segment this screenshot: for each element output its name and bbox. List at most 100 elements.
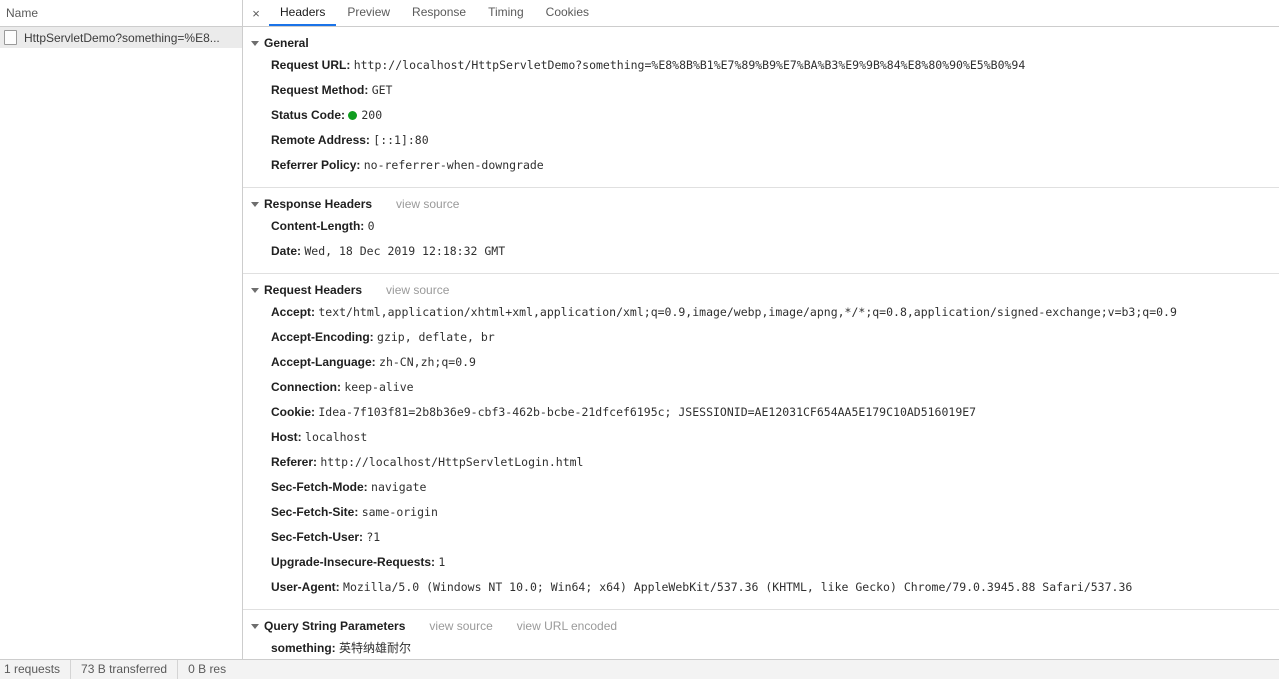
kv-value: 英特纳雄耐尔 [339,641,412,655]
request-detail-panel: × Headers Preview Response Timing Cookie… [243,0,1279,659]
general-remote-address: Remote Address: [::1]:80 [243,128,1279,153]
section-query-string-parameters-header[interactable]: Query String Parameters view source view… [243,616,1279,636]
devtools-network-panel: Name HttpServletDemo?something=%E8... × … [0,0,1279,679]
kv-key: Date: [271,244,302,258]
tab-cookies[interactable]: Cookies [535,0,600,26]
kv-key: Request Method: [271,83,369,97]
request-header-cookie: Cookie: Idea-7f103f81=2b8b36e9-cbf3-462b… [243,400,1279,425]
section-general: General Request URL: http://localhost/Ht… [243,27,1279,188]
section-response-headers-title: Response Headers [264,197,373,211]
chevron-down-icon[interactable] [251,287,259,293]
request-header-sec-fetch-user: Sec-Fetch-User: ?1 [243,525,1279,550]
section-general-title: General [264,36,309,50]
request-header-sec-fetch-site: Sec-Fetch-Site: same-origin [243,500,1279,525]
kv-value[interactable]: http://localhost/HttpServletDemo?somethi… [354,58,1026,72]
section-response-headers-header[interactable]: Response Headers view source [243,194,1279,214]
request-header-host: Host: localhost [243,425,1279,450]
kv-value: [::1]:80 [373,133,429,147]
section-request-headers-header[interactable]: Request Headers view source [243,280,1279,300]
request-header-accept-language: Accept-Language: zh-CN,zh;q=0.9 [243,350,1279,375]
request-header-referer: Referer: http://localhost/HttpServletLog… [243,450,1279,475]
request-header-accept: Accept: text/html,application/xhtml+xml,… [243,300,1279,325]
kv-value: gzip, deflate, br [377,330,495,344]
kv-value: 1 [438,555,446,569]
tab-response[interactable]: Response [401,0,477,26]
view-source-link-query[interactable]: view source [429,619,492,633]
kv-key: Upgrade-Insecure-Requests: [271,555,436,569]
chevron-down-icon[interactable] [251,201,259,207]
view-url-encoded-link[interactable]: view URL encoded [517,619,617,633]
kv-value: 200 [361,108,383,122]
general-request-method: Request Method: GET [243,78,1279,103]
kv-key: User-Agent: [271,580,340,594]
kv-value: same-origin [361,505,438,519]
kv-value: 0 [367,219,375,233]
kv-key: Referrer Policy: [271,158,361,172]
response-header-date: Date: Wed, 18 Dec 2019 12:18:32 GMT [243,239,1279,264]
kv-key: Accept-Encoding: [271,330,374,344]
kv-value: keep-alive [344,380,414,394]
general-referrer-policy: Referrer Policy: no-referrer-when-downgr… [243,153,1279,178]
kv-key: Remote Address: [271,133,370,147]
request-header-sec-fetch-mode: Sec-Fetch-Mode: navigate [243,475,1279,500]
section-query-string-parameters-title: Query String Parameters [264,619,406,633]
section-response-headers: Response Headers view source Content-Len… [243,188,1279,274]
request-header-accept-encoding: Accept-Encoding: gzip, deflate, br [243,325,1279,350]
kv-value: zh-CN,zh;q=0.9 [379,355,476,369]
request-header-user-agent: User-Agent: Mozilla/5.0 (Windows NT 10.0… [243,575,1279,600]
kv-key: Host: [271,430,302,444]
panel-split: Name HttpServletDemo?something=%E8... × … [0,0,1279,659]
kv-value: localhost [305,430,368,444]
section-query-string-parameters: Query String Parameters view source view… [243,610,1279,659]
kv-key: Status Code: [271,108,346,122]
section-request-headers-title: Request Headers [264,283,363,297]
requests-rows: HttpServletDemo?something=%E8... [0,27,242,659]
kv-key: Accept: [271,305,316,319]
kv-value[interactable]: http://localhost/HttpServletLogin.html [320,455,583,469]
close-icon[interactable]: × [243,0,269,26]
kv-value: Mozilla/5.0 (Windows NT 10.0; Win64; x64… [343,580,1133,594]
status-transferred: 73 B transferred [71,660,179,679]
tab-timing[interactable]: Timing [477,0,535,26]
general-status-code: Status Code: 200 [243,103,1279,128]
kv-value: Wed, 18 Dec 2019 12:18:32 GMT [304,244,506,258]
kv-key: Referer: [271,455,318,469]
request-header-upgrade-insecure-requests: Upgrade-Insecure-Requests: 1 [243,550,1279,575]
requests-list-panel: Name HttpServletDemo?something=%E8... [0,0,243,659]
kv-key: Connection: [271,380,341,394]
kv-key: Cookie: [271,405,316,419]
section-request-headers: Request Headers view source Accept: text… [243,274,1279,610]
request-row-name: HttpServletDemo?something=%E8... [24,30,220,45]
view-source-link-response[interactable]: view source [396,197,459,211]
status-requests-count: 1 requests [0,660,72,679]
section-general-header[interactable]: General [243,33,1279,53]
tab-preview[interactable]: Preview [336,0,401,26]
chevron-down-icon[interactable] [251,623,259,629]
kv-value: navigate [371,480,427,494]
kv-key: Sec-Fetch-Site: [271,505,359,519]
status-bar: 1 requests 73 B transferred 0 B res [0,659,1279,679]
request-row[interactable]: HttpServletDemo?something=%E8... [0,27,242,48]
kv-value: GET [371,83,393,97]
requests-column-header-name[interactable]: Name [0,0,242,27]
detail-tabbar: × Headers Preview Response Timing Cookie… [243,0,1279,27]
request-header-connection: Connection: keep-alive [243,375,1279,400]
kv-value: ?1 [366,530,381,544]
kv-key: Sec-Fetch-Mode: [271,480,368,494]
response-header-content-length: Content-Length: 0 [243,214,1279,239]
document-icon [4,30,17,45]
general-request-url: Request URL: http://localhost/HttpServle… [243,53,1279,78]
headers-content: General Request URL: http://localhost/Ht… [243,27,1279,659]
kv-value: Idea-7f103f81=2b8b36e9-cbf3-462b-bcbe-21… [318,405,977,419]
kv-value: no-referrer-when-downgrade [363,158,544,172]
status-ok-icon [348,111,358,120]
query-param-something: something: 英特纳雄耐尔 [243,636,1279,659]
chevron-down-icon[interactable] [251,40,259,46]
status-resources: 0 B res [188,662,227,676]
kv-key: Request URL: [271,58,351,72]
kv-value: text/html,application/xhtml+xml,applicat… [318,305,1177,319]
view-source-link-request[interactable]: view source [386,283,449,297]
kv-key: Accept-Language: [271,355,376,369]
tab-headers[interactable]: Headers [269,0,337,26]
kv-key: Content-Length: [271,219,365,233]
